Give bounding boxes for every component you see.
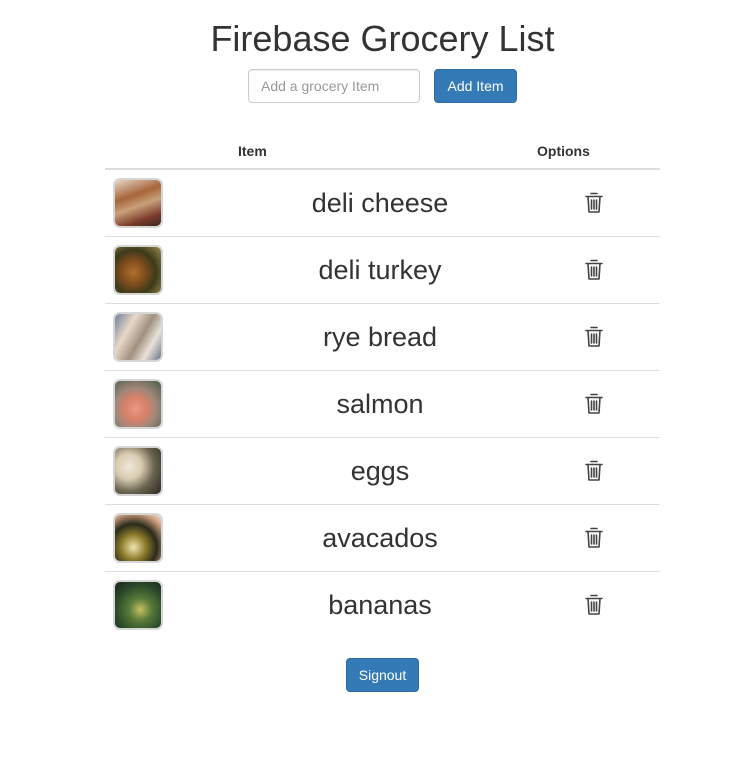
column-header-options: Options [537, 143, 590, 159]
trash-icon[interactable] [585, 393, 603, 415]
table-row: salmon [105, 371, 660, 438]
trash-icon[interactable] [585, 460, 603, 482]
item-thumbnail [113, 513, 163, 563]
table-row: rye bread [105, 304, 660, 371]
item-name: avacados [322, 523, 438, 553]
item-thumbnail [113, 580, 163, 630]
table-row: avacados [105, 505, 660, 572]
trash-icon[interactable] [585, 259, 603, 281]
item-name: bananas [328, 590, 432, 620]
item-name: rye bread [322, 322, 438, 352]
item-thumbnail [113, 379, 163, 429]
trash-icon[interactable] [585, 527, 603, 549]
table-row: deli turkey [105, 237, 660, 304]
grocery-table: Item Options deli cheese deli turkey rye… [105, 138, 660, 639]
item-name: deli cheese [311, 188, 449, 218]
signout-button[interactable]: Signout [346, 658, 419, 692]
table-row: bananas [105, 572, 660, 639]
grocery-item-input[interactable] [248, 69, 420, 103]
trash-icon[interactable] [585, 192, 603, 214]
add-item-button[interactable]: Add Item [434, 69, 517, 103]
item-thumbnail [113, 312, 163, 362]
page-title: Firebase Grocery List [210, 18, 555, 59]
item-thumbnail [113, 245, 163, 295]
item-name: deli turkey [318, 255, 442, 285]
table-row: deli cheese [105, 170, 660, 237]
trash-icon[interactable] [585, 326, 603, 348]
item-thumbnail [113, 446, 163, 496]
item-name: salmon [336, 389, 424, 419]
trash-icon[interactable] [585, 594, 603, 616]
item-thumbnail [113, 178, 163, 228]
table-row: eggs [105, 438, 660, 505]
column-header-item: Item [238, 143, 267, 159]
table-header: Item Options [105, 138, 660, 170]
item-name: eggs [350, 456, 410, 486]
